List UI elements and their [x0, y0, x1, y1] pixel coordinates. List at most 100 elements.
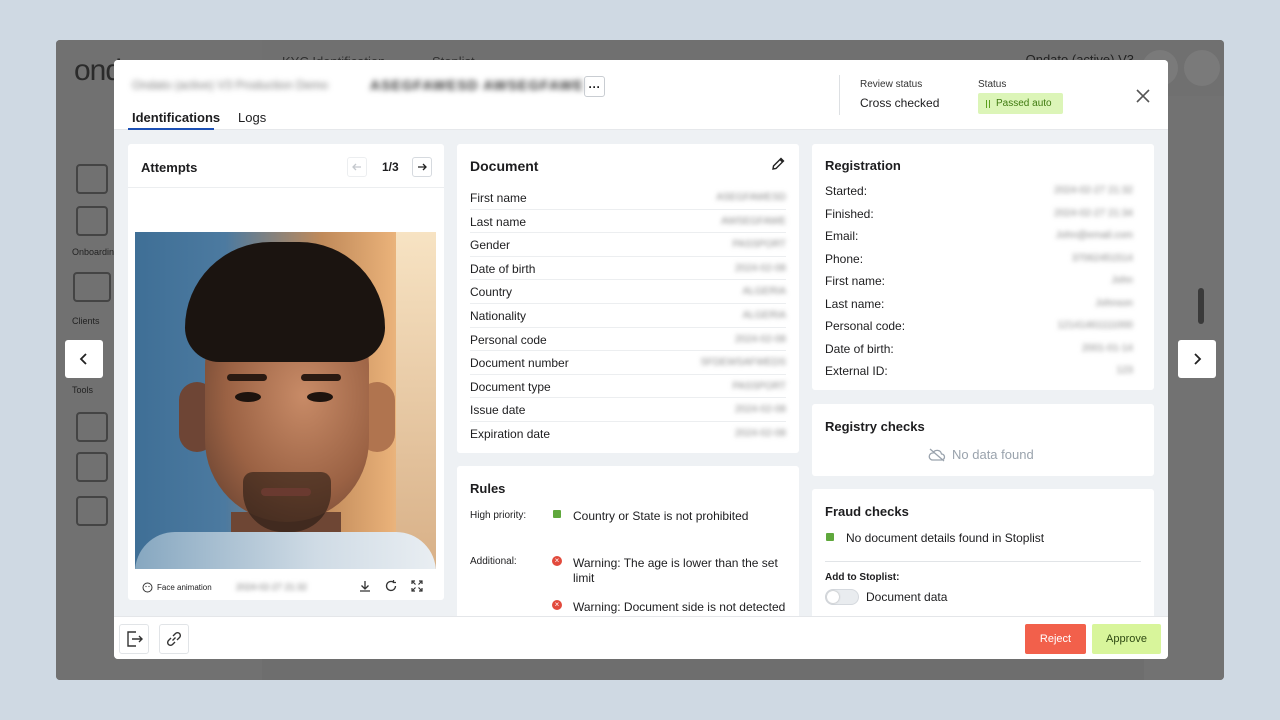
rule-item: Warning: Document side is not detected — [573, 600, 786, 614]
registration-value: 2024-02-27 21:32 — [1054, 185, 1133, 196]
check-icon — [553, 510, 561, 518]
status-value: Passed auto — [996, 98, 1052, 109]
onboarding-icon[interactable] — [73, 272, 111, 302]
download-icon[interactable] — [358, 579, 372, 593]
document-row-value: ASEGFAWESD — [716, 192, 786, 203]
tool-icon[interactable] — [76, 412, 108, 442]
document-row-label: Document type — [470, 379, 551, 394]
modal-header: Ondato (active) V3 Production Demo ASEGF… — [114, 60, 1168, 130]
no-data-text: No data found — [952, 447, 1034, 462]
document-row-label: Date of birth — [470, 261, 536, 276]
attempt-pager: 1/3 — [382, 160, 399, 174]
identification-modal: Ondato (active) V3 Production Demo ASEGF… — [114, 60, 1168, 659]
next-attempt-button[interactable] — [412, 157, 432, 177]
divider — [825, 561, 1141, 562]
check-icon — [826, 533, 834, 541]
scrollbar[interactable] — [1198, 288, 1204, 324]
registration-row: Started: 2024-02-27 21:32 — [825, 184, 1143, 198]
review-status-value: Cross checked — [860, 96, 940, 110]
registration-value: John — [1111, 275, 1133, 286]
dashboard-icon[interactable] — [76, 206, 108, 236]
chevron-right-icon — [1194, 353, 1202, 365]
document-row-value: 2024-02-08 — [734, 333, 786, 345]
photo-eye — [235, 392, 261, 402]
document-row-label: First name — [470, 191, 527, 205]
attempts-header: Attempts 1/3 — [128, 144, 444, 188]
home-icon[interactable] — [76, 164, 108, 194]
document-row-value: AWSEGFAWE — [721, 215, 786, 227]
photo-hair — [185, 242, 385, 362]
document-row: Gender PASSPORT — [470, 233, 786, 257]
additional-label: Additional: — [470, 556, 517, 567]
more-button[interactable]: ··· — [584, 76, 605, 97]
registration-value: 2024-02-27 21:34 — [1054, 207, 1133, 219]
document-row-label: Gender — [470, 238, 511, 253]
tab-logs[interactable]: Logs — [238, 110, 266, 125]
tool-icon[interactable] — [76, 452, 108, 482]
photo-eye — [307, 392, 333, 402]
document-row-value: ALGERIA — [742, 310, 786, 321]
face-animation-text: Face animation — [157, 583, 212, 592]
arrow-left-icon — [352, 163, 361, 171]
document-row-label: Expiration date — [470, 427, 551, 441]
registration-value: 123 — [1116, 365, 1133, 376]
close-icon[interactable] — [1134, 87, 1152, 105]
registration-card: Registration Started: 2024-02-27 21:32 Fi… — [812, 144, 1154, 390]
photo-shirt — [135, 532, 436, 569]
status-badge: Passed auto — [978, 93, 1063, 114]
add-to-stoplist-label: Add to Stoplist: — [825, 572, 900, 583]
no-data-message: No data found — [928, 447, 1034, 462]
rule-item: Country or State is not prohibited — [573, 509, 749, 523]
photo-brow — [227, 374, 267, 381]
rotate-icon[interactable] — [384, 579, 398, 593]
fullscreen-icon[interactable] — [410, 579, 424, 593]
high-priority-label: High priority: — [470, 510, 527, 521]
registration-label: Date of birth: — [825, 341, 894, 356]
document-row-value: 2024-02-08 — [734, 428, 786, 439]
approve-button[interactable]: Approve — [1092, 624, 1161, 654]
document-row-label: Nationality — [470, 309, 527, 323]
export-button[interactable] — [119, 624, 149, 654]
document-row-value: ALGERIA — [742, 286, 786, 298]
document-row-value: PASSPORT — [732, 380, 786, 392]
registration-label: Personal code: — [825, 319, 906, 333]
document-title: Document — [470, 158, 539, 174]
chevron-left-icon — [79, 353, 87, 365]
registry-checks-title: Registry checks — [825, 419, 925, 434]
registration-row: Finished: 2024-02-27 21:34 — [825, 207, 1143, 221]
face-photo[interactable] — [135, 232, 436, 569]
tab-identifications[interactable]: Identifications — [132, 110, 220, 125]
registry-checks-card: Registry checks No data found — [812, 404, 1154, 476]
previous-button[interactable] — [65, 340, 103, 378]
link-icon — [166, 631, 182, 647]
document-row-value: 2024-02-08 — [734, 404, 786, 416]
registration-row: Email: John@email.com — [825, 229, 1143, 243]
reject-button[interactable]: Reject — [1025, 624, 1086, 654]
document-row: Document type PASSPORT — [470, 375, 786, 399]
document-row: Last name AWSEGFAWE — [470, 210, 786, 234]
document-row: Issue date 2024-02-08 — [470, 398, 786, 422]
pause-icon — [986, 99, 990, 108]
prev-attempt-button[interactable] — [347, 157, 367, 177]
attempts-title: Attempts — [141, 160, 198, 175]
edit-icon[interactable] — [770, 156, 786, 172]
registration-row: First name: John — [825, 274, 1143, 288]
registration-row: External ID: 123 — [825, 364, 1143, 378]
sidebar-label-clients: Clients — [72, 316, 100, 326]
user-icon[interactable] — [1184, 50, 1220, 86]
registration-row: Personal code: 12141461111000 — [825, 319, 1143, 333]
document-data-label: Document data — [866, 590, 948, 604]
tool-icon[interactable] — [76, 496, 108, 526]
face-icon — [142, 582, 153, 593]
registration-value: 2001-01-14 — [1081, 342, 1133, 354]
link-button[interactable] — [159, 624, 189, 654]
document-row-value: SFDEWSAFWEDS — [700, 357, 786, 369]
document-row-value: 2024-02-08 — [734, 262, 786, 274]
document-data-toggle[interactable] — [825, 589, 859, 605]
document-row: Date of birth 2024-02-08 — [470, 257, 786, 281]
cloud-off-icon — [928, 448, 946, 461]
document-row-label: Personal code — [470, 332, 547, 347]
document-row-label: Last name — [470, 214, 527, 229]
next-button[interactable] — [1178, 340, 1216, 378]
modal-footer: Reject Approve — [114, 616, 1168, 659]
